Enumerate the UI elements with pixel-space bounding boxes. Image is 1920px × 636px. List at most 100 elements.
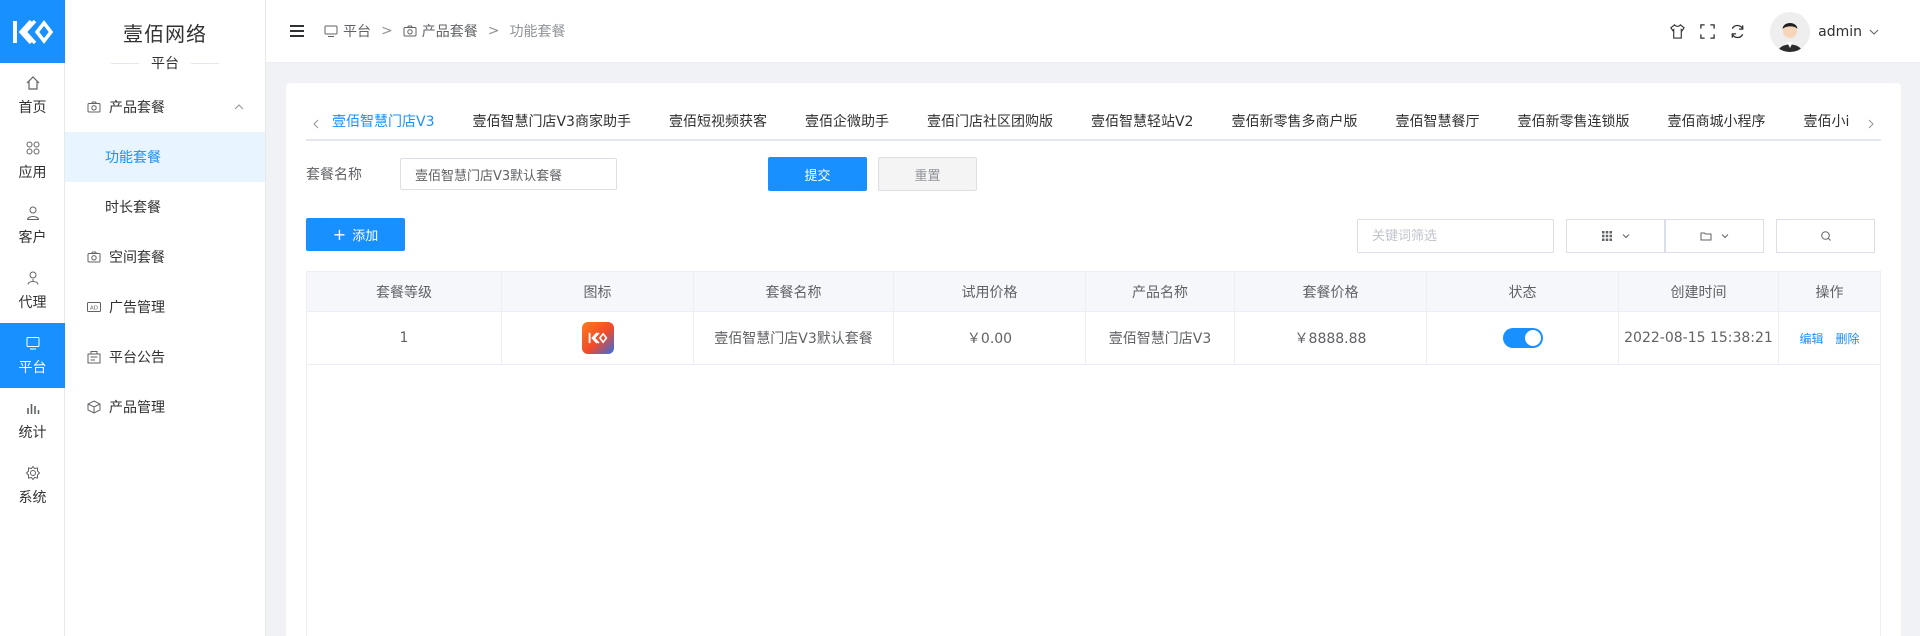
- user-name[interactable]: admin: [1818, 24, 1862, 40]
- rail-item-stats[interactable]: 统计: [0, 388, 65, 453]
- tab-product[interactable]: 壹佰新零售多商户版: [1212, 109, 1376, 141]
- notice-icon: [87, 351, 101, 364]
- tab-product[interactable]: 壹佰短视频获客: [650, 109, 786, 141]
- chevron-right-icon: [1868, 119, 1874, 129]
- breadcrumb-item-product-packages[interactable]: 产品套餐: [403, 21, 478, 41]
- menu-item-label: 产品管理: [109, 400, 165, 416]
- package-table: 套餐等级 图标 套餐名称 试用价格 产品名称 套餐价格 状态 创建时间 操作 1: [306, 271, 1881, 636]
- camera-icon: [87, 251, 101, 263]
- cell-icon: [502, 312, 694, 364]
- menu-item-ad-management[interactable]: AD 广告管理: [65, 282, 265, 332]
- menu-item-space-packages[interactable]: 空间套餐: [65, 232, 265, 282]
- add-button[interactable]: + 添加: [306, 218, 405, 251]
- theme-shirt-icon[interactable]: [1669, 23, 1686, 40]
- tab-strip: 壹佰智慧门店V3 壹佰智慧门店V3商家助手 壹佰短视频获客 壹佰企微助手 壹佰门店社区团…: [326, 109, 1861, 141]
- tab-product[interactable]: 壹佰门店社区团购版: [908, 109, 1072, 141]
- breadcrumb-label: 产品套餐: [421, 24, 478, 40]
- grid-icon: [1601, 231, 1612, 241]
- rail-item-label: 代理: [18, 294, 47, 311]
- rail-item-system[interactable]: 系统: [0, 453, 65, 518]
- cell-product-name: 壹佰智慧门店V3: [1086, 312, 1235, 364]
- gear-icon: [25, 465, 40, 480]
- header-tools: admin: [1656, 0, 1880, 63]
- breadcrumb-item-platform[interactable]: 平台: [324, 21, 371, 41]
- export-dropdown[interactable]: [1665, 219, 1764, 253]
- rail-item-home[interactable]: 首页: [0, 63, 65, 128]
- package-name-input[interactable]: [400, 158, 617, 190]
- rail-item-platform[interactable]: 平台: [0, 323, 65, 388]
- table-header-cell: 操作: [1815, 284, 1844, 301]
- status-toggle[interactable]: [1502, 328, 1543, 348]
- chevron-up-icon: [234, 104, 244, 110]
- menu-item-label: 时长套餐: [105, 200, 161, 216]
- refresh-icon[interactable]: [1729, 23, 1746, 40]
- bar-chart-icon: [26, 403, 39, 414]
- rail-item-agents[interactable]: 代理: [0, 258, 65, 323]
- tab-product[interactable]: 壹佰商城小程序: [1648, 109, 1784, 141]
- tab-product[interactable]: 壹佰智慧门店V3商家助手: [453, 109, 649, 141]
- submit-button[interactable]: 提交: [768, 157, 867, 191]
- home-icon: [26, 75, 39, 90]
- primary-nav-rail: 首页 应用 客户 代理 平台 统计 系统: [0, 0, 65, 636]
- box-icon: [87, 400, 101, 414]
- avatar[interactable]: [1770, 11, 1811, 52]
- edit-link[interactable]: 编辑: [1799, 330, 1823, 347]
- keyword-filter-input[interactable]: [1357, 219, 1554, 253]
- tabs-prev-button[interactable]: [306, 109, 326, 139]
- tab-product[interactable]: 壹佰智慧轻站V2: [1072, 109, 1212, 141]
- reset-button[interactable]: 重置: [878, 157, 977, 191]
- tab-product[interactable]: 壹佰小i: [1784, 109, 1861, 141]
- cell-created-time: 2022-08-15 15:38:21: [1619, 312, 1779, 364]
- rail-item-label: 系统: [18, 489, 47, 506]
- brand-title: 壹佰网络: [123, 22, 207, 46]
- tab-product[interactable]: 壹佰智慧餐厅: [1376, 109, 1498, 141]
- menu-item-duration-packages[interactable]: 时长套餐: [65, 182, 265, 232]
- menu-item-label: 空间套餐: [109, 250, 165, 266]
- table-header-cell: 创建时间: [1619, 272, 1779, 311]
- menu-item-label: 平台公告: [109, 350, 165, 366]
- menu-item-label: 广告管理: [109, 300, 165, 316]
- cell-level: 1: [307, 312, 502, 364]
- camera-icon: [403, 25, 417, 37]
- plus-icon: +: [332, 224, 347, 244]
- menu-item-function-packages[interactable]: 功能套餐: [65, 132, 265, 182]
- search-button[interactable]: [1776, 219, 1875, 253]
- rail-item-label: 平台: [18, 359, 47, 376]
- tab-product[interactable]: 壹佰企微助手: [786, 109, 908, 141]
- table-header-cell: 状态: [1427, 272, 1619, 311]
- tabs-next-button[interactable]: [1861, 109, 1881, 139]
- menu-item-product-management[interactable]: 产品管理: [65, 382, 265, 432]
- rail-item-customers[interactable]: 客户: [0, 193, 65, 258]
- table-header-cell: 产品名称: [1086, 272, 1235, 311]
- user-icon: [26, 206, 39, 220]
- package-logo-icon: [581, 322, 614, 354]
- content-card: 壹佰智慧门店V3 壹佰智慧门店V3商家助手 壹佰短视频获客 壹佰企微助手 壹佰门店社区团…: [286, 83, 1901, 636]
- rail-item-label: 客户: [18, 229, 47, 246]
- tab-product[interactable]: 壹佰智慧门店V3: [326, 109, 453, 141]
- delete-link[interactable]: 删除: [1836, 330, 1860, 347]
- chevron-down-icon[interactable]: [1868, 26, 1880, 38]
- secondary-menu: 壹佰网络 平台 产品套餐 功能套餐 时长套餐 空间套餐 AD 广告管理 平台公告…: [65, 0, 266, 636]
- breadcrumb-label: 功能套餐: [509, 24, 566, 40]
- monitor-icon: [26, 336, 39, 349]
- fullscreen-icon[interactable]: [1699, 23, 1716, 40]
- cell-price: ￥8888.88: [1235, 312, 1427, 364]
- menu-toggle-icon[interactable]: [288, 22, 306, 40]
- column-settings-dropdown[interactable]: [1566, 219, 1665, 253]
- monitor-icon: [324, 25, 338, 37]
- cell-status: [1427, 312, 1619, 364]
- menu-item-announcements[interactable]: 平台公告: [65, 332, 265, 382]
- add-button-label: 添加: [352, 229, 379, 244]
- menu-item-product-packages[interactable]: 产品套餐: [65, 82, 265, 132]
- folder-icon: [1700, 232, 1711, 241]
- menu-item-label: 产品套餐: [109, 100, 165, 116]
- ad-icon: AD: [87, 302, 101, 312]
- agent-icon: [27, 271, 38, 285]
- search-form: 套餐名称 提交 重置: [306, 157, 1106, 191]
- rail-item-label: 应用: [18, 164, 47, 181]
- app-logo[interactable]: [0, 0, 65, 63]
- rail-item-apps[interactable]: 应用: [0, 128, 65, 193]
- tab-product[interactable]: 壹佰新零售连锁版: [1498, 109, 1648, 141]
- table-header-cell: 套餐等级: [307, 272, 502, 311]
- svg-text:AD: AD: [90, 306, 98, 312]
